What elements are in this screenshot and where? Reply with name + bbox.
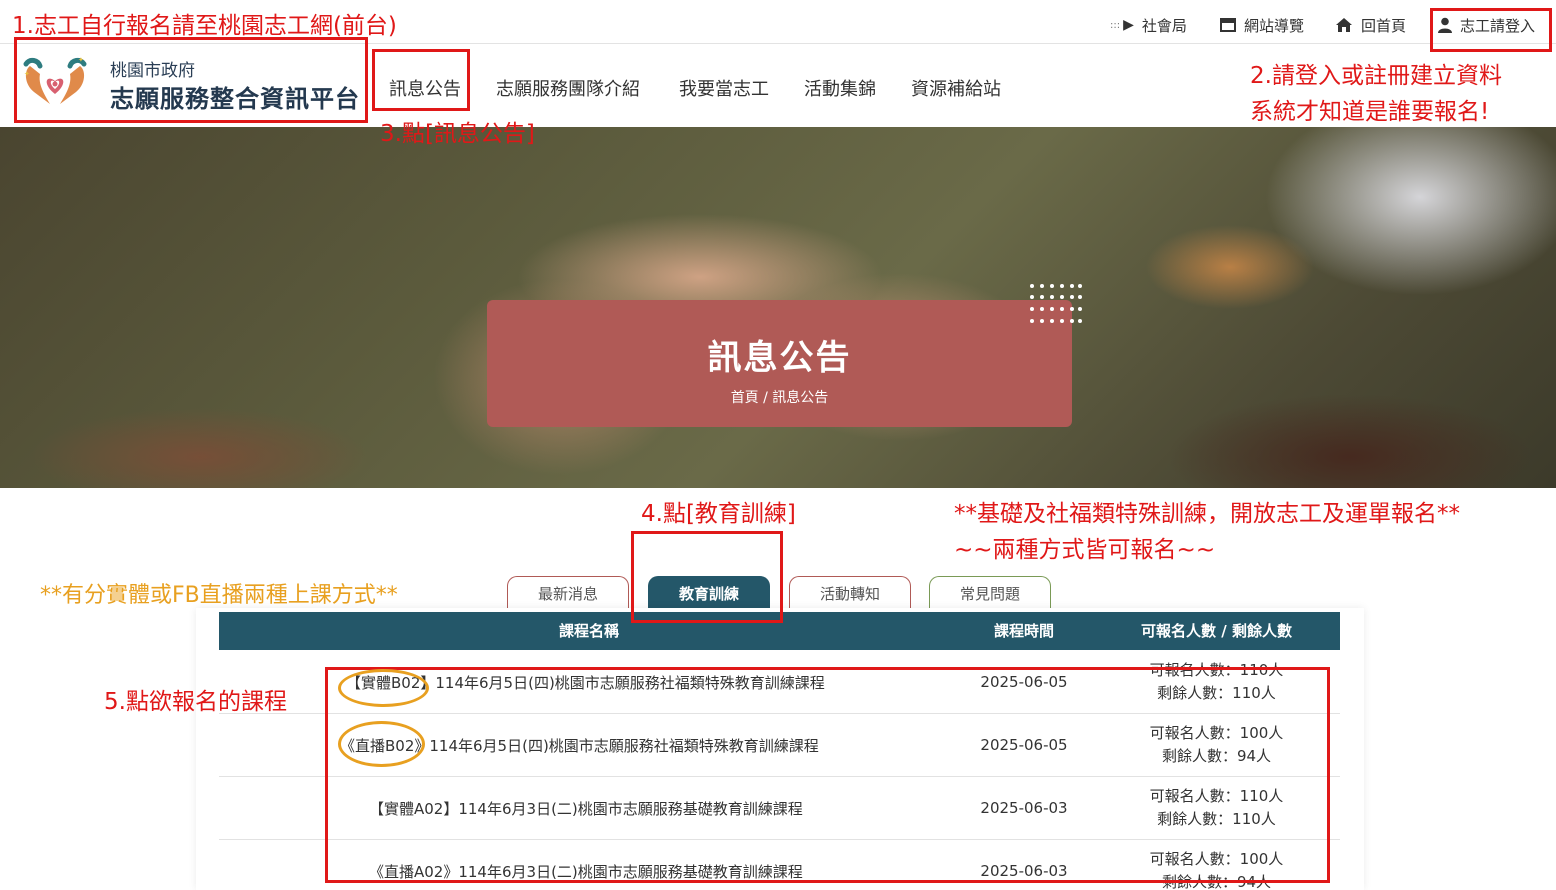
annotation-class-types: **有分實體或FB直播兩種上課方式** (40, 583, 398, 608)
social-bureau-link[interactable]: ::: ▶ 社會局 (1110, 14, 1187, 36)
play-icon: ::: ▶ (1110, 17, 1134, 33)
highlight-physical-oval (338, 669, 429, 707)
nav-become-volunteer[interactable]: 我要當志工 (679, 75, 769, 101)
annotation-step3: 3.點[訊息公告] (380, 121, 535, 147)
tab-faq[interactable]: 常見問題 (929, 576, 1051, 610)
tab-latest-news[interactable]: 最新消息 (507, 576, 629, 610)
highlight-logo-box (14, 37, 368, 123)
annotation-step1: 1.志工自行報名請至桃園志工網(前台) (12, 13, 397, 39)
annotation-step2-line2: 系統才知道是誰要報名! (1250, 99, 1490, 125)
nav-team-intro[interactable]: 志願服務團隊介紹 (496, 75, 640, 101)
sitemap-label: 網站導覽 (1244, 16, 1305, 35)
hero-banner: 訊息公告 首頁 / 訊息公告 (0, 127, 1556, 488)
annotation-open-line2: ~~兩種方式皆可報名~~ (954, 537, 1216, 563)
highlight-courses-box (325, 667, 1330, 883)
annotation-step2: 2.請登入或註冊建立資料 系統才知道是誰要報名! (1250, 58, 1502, 130)
highlight-nav-box (372, 49, 470, 111)
header-course-date: 課程時間 (993, 622, 1054, 640)
highlight-tab-box (631, 531, 783, 623)
breadcrumb: 首頁 / 訊息公告 (730, 390, 829, 406)
annotation-step5: 5.點欲報名的課程 (104, 689, 287, 715)
highlight-login-box (1430, 8, 1552, 52)
header-course-name: 課程名稱 (558, 622, 619, 640)
decorative-dots-icon (1030, 284, 1082, 323)
nav-activities[interactable]: 活動集錦 (804, 75, 876, 101)
social-bureau-label: 社會局 (1141, 16, 1187, 35)
hero-title-box: 訊息公告 首頁 / 訊息公告 (487, 300, 1072, 427)
nav-resources[interactable]: 資源補給站 (911, 75, 1001, 101)
highlight-livestream-oval (338, 721, 425, 767)
home-label: 回首頁 (1361, 16, 1407, 35)
home-icon (1335, 17, 1353, 33)
annotation-open-line1: **基礎及社福類特殊訓練，開放志工及運單報名** (954, 501, 1460, 527)
home-link[interactable]: 回首頁 (1335, 14, 1406, 36)
sitemap-link[interactable]: 網站導覽 (1220, 14, 1304, 36)
tab-activity-notice[interactable]: 活動轉知 (789, 576, 911, 610)
page-title: 訊息公告 (707, 338, 852, 378)
annotation-open-note: **基礎及社福類特殊訓練，開放志工及運單報名** ~~兩種方式皆可報名~~ (954, 496, 1460, 568)
header-capacity: 可報名人數 / 剩餘人數 (1141, 622, 1292, 640)
annotation-step4: 4.點[教育訓練] (641, 501, 796, 527)
window-icon (1220, 18, 1236, 32)
annotation-step2-line1: 2.請登入或註冊建立資料 (1250, 63, 1502, 89)
